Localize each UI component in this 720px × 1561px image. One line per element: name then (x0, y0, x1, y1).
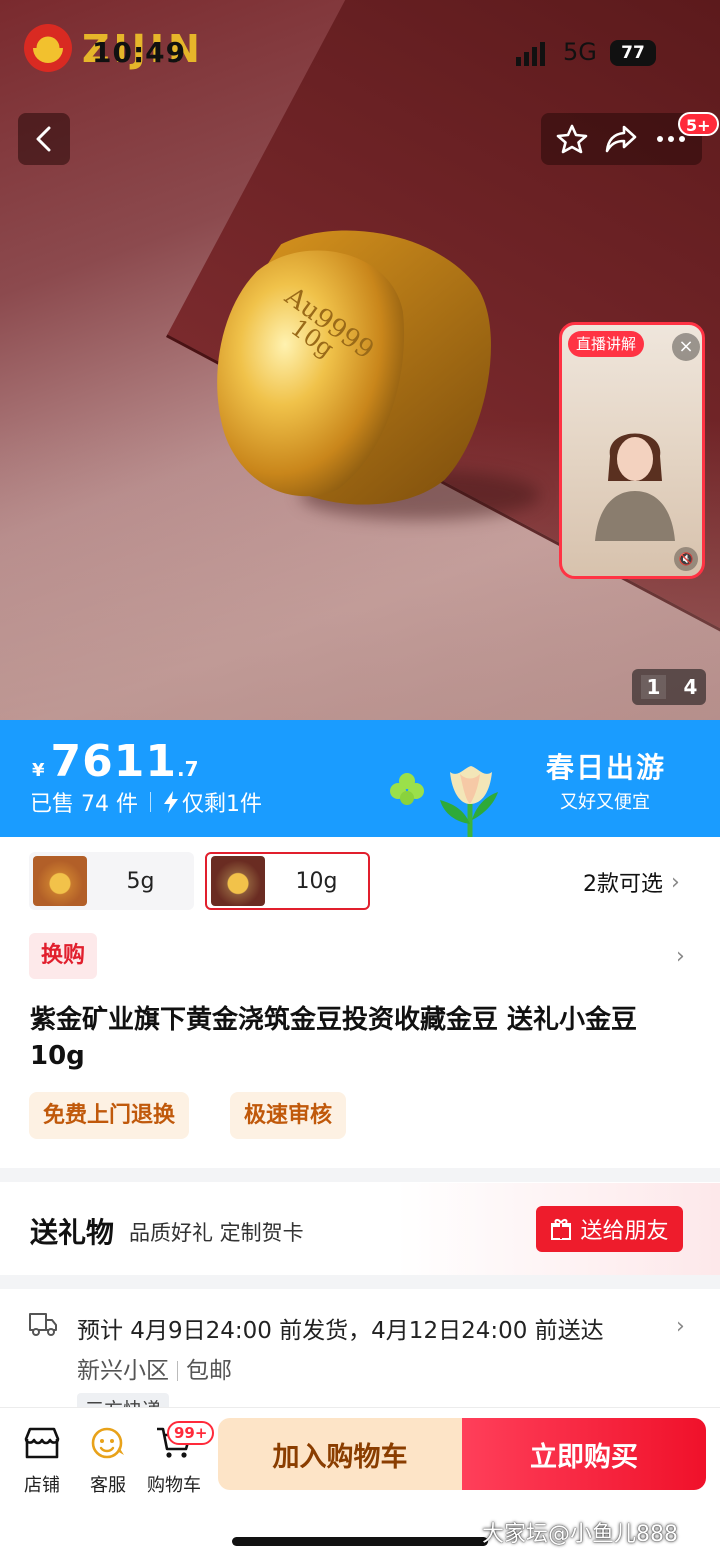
chevron-right-icon[interactable]: › (676, 944, 685, 969)
tab-label: 购物车 (147, 1475, 201, 1496)
lightning-icon (163, 791, 178, 813)
variant-option-5g[interactable]: 5g (29, 852, 194, 910)
delivery-estimate[interactable]: 预计 4月9日24:00 前发货，4月12日24:00 前送达 (77, 1311, 637, 1345)
variant-label: 10g (295, 868, 338, 894)
currency-symbol: ¥ (32, 760, 45, 781)
live-stream-card[interactable]: 直播讲解 × 🔇 (559, 322, 705, 579)
signal-icon (516, 42, 545, 66)
promo-title: 春日出游 (546, 751, 667, 784)
image-counter: 1 4 (632, 669, 706, 705)
customer-service-icon (91, 1427, 124, 1459)
live-host-image (595, 433, 675, 541)
status-bar: ZIJIN 10:49 5G 77 (0, 0, 720, 100)
variant-count[interactable]: 2款可选 › (583, 866, 680, 898)
section-divider (0, 1168, 720, 1182)
close-icon[interactable]: × (672, 333, 700, 361)
gift-title: 送礼物 (30, 1216, 115, 1249)
shipping-fee: 包邮 (186, 1358, 232, 1384)
sold-count: 已售 74 件 (30, 792, 138, 817)
send-gift-label: 送给朋友 (580, 1219, 669, 1244)
product-title: 紫金矿业旗下黄金浇筑金豆投资收藏金豆 送礼小金豆 10g (30, 1005, 638, 1071)
gold-bean-image: Au9999 10g (217, 230, 491, 505)
gift-subtitle: 品质好礼 定制贺卡 (129, 1221, 304, 1245)
service-tag-review: 极速审核 (230, 1092, 347, 1139)
sales-info: 已售 74 件 仅剩1件 (30, 786, 262, 818)
star-icon (556, 124, 588, 154)
image-current: 1 (640, 675, 667, 699)
live-label: 直播讲解 (568, 331, 645, 357)
delivery-address: 新兴小区 包邮 (77, 1351, 232, 1385)
tulip-icon (440, 766, 498, 837)
promo-tag[interactable]: 换购 (29, 933, 98, 979)
stock-left: 仅剩1件 (181, 792, 262, 817)
delivery-area: 新兴小区 (77, 1358, 169, 1384)
price: ¥ 7611 .7 (32, 736, 199, 787)
service-tag-return: 免费上门退换 (29, 1092, 190, 1139)
status-time: 10:49 (92, 36, 187, 69)
home-indicator[interactable] (232, 1537, 488, 1546)
buy-now-button[interactable]: 立即购买 (462, 1418, 706, 1490)
promo-subtitle: 又好又便宜 (560, 792, 650, 813)
battery-icon: 77 (610, 40, 656, 66)
back-button[interactable] (18, 113, 70, 165)
more-icon (657, 136, 686, 142)
tab-customer-service[interactable]: 客服 (80, 1423, 136, 1497)
share-button[interactable] (599, 117, 643, 161)
variant-option-10g[interactable]: 10g (205, 852, 370, 910)
message-badge: 5+ (678, 112, 719, 136)
tab-store[interactable]: 店铺 (14, 1423, 70, 1497)
price-integer: 7611 (50, 736, 177, 787)
chevron-right-icon[interactable]: › (676, 1314, 685, 1339)
clover-icon (390, 773, 424, 805)
add-to-cart-button[interactable]: 加入购物车 (218, 1418, 462, 1490)
send-gift-button[interactable]: 送给朋友 (536, 1206, 683, 1252)
mute-icon[interactable]: 🔇 (674, 547, 698, 571)
price-decimal: .7 (177, 757, 199, 781)
gift-icon (551, 1219, 572, 1240)
favorite-button[interactable] (550, 117, 594, 161)
chevron-left-icon (36, 126, 51, 152)
cart-badge: 99+ (167, 1421, 215, 1445)
variant-thumbnail (211, 856, 265, 906)
image-total: 4 (683, 675, 698, 699)
watermark: 大家坛@小鱼儿888 (482, 1522, 678, 1547)
section-divider (0, 1275, 720, 1289)
variant-thumbnail (33, 856, 87, 906)
share-icon (606, 125, 637, 153)
variant-count-label: 2款可选 (583, 872, 663, 897)
chevron-right-icon: › (671, 869, 680, 895)
network-type: 5G (563, 38, 597, 66)
variant-label: 5g (126, 868, 155, 894)
tab-label: 店铺 (24, 1475, 60, 1496)
truck-icon (29, 1313, 57, 1336)
store-icon (24, 1427, 60, 1459)
tab-label: 客服 (90, 1475, 126, 1496)
